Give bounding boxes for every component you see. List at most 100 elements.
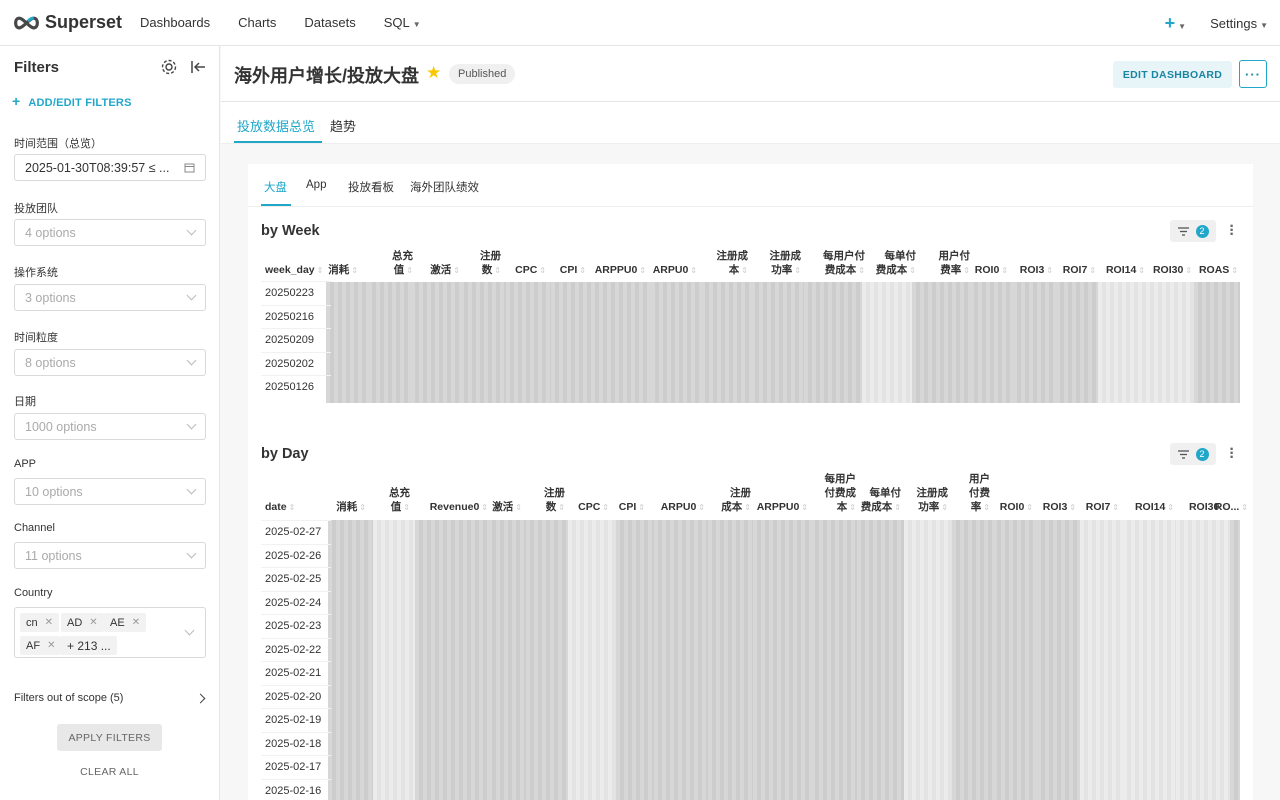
column-header[interactable]: 消耗 ⇕ (328, 263, 358, 278)
team-select[interactable]: 4 options (14, 219, 206, 246)
channel-select[interactable]: 11 options (14, 542, 206, 569)
column-header[interactable]: 激活 ⇕ (492, 500, 522, 515)
close-icon[interactable]: ✕ (45, 617, 53, 628)
star-icon[interactable]: ★ (426, 63, 441, 83)
granularity-select[interactable]: 8 options (14, 349, 206, 376)
column-header[interactable]: 消耗 ⇕ (336, 500, 366, 515)
column-header[interactable]: ROI7 ⇕ (1063, 263, 1096, 278)
column-header[interactable]: 总充值 ⇕ (389, 486, 410, 515)
country-tag-label: AD (67, 616, 83, 629)
filter-label-channel: Channel (14, 522, 55, 534)
nav-datasets[interactable]: Datasets (304, 15, 355, 30)
sort-icon: ⇕ (359, 503, 366, 512)
column-header[interactable]: CPI ⇕ (560, 263, 586, 278)
country-tag-label: AE (110, 616, 125, 629)
row-divider (261, 281, 331, 282)
date-select[interactable]: 1000 options (14, 413, 206, 440)
column-header[interactable]: 每单付 费成本 ⇕ (861, 486, 901, 515)
edit-dashboard-button[interactable]: EDIT DASHBOARD (1113, 61, 1232, 88)
settings-menu[interactable]: Settings ▼ (1210, 16, 1268, 31)
country-tag-label: cn (26, 616, 38, 629)
add-edit-filters-button[interactable]: + ADD/EDIT FILTERS (12, 93, 132, 109)
tab-overview[interactable]: 投放数据总览 (237, 116, 315, 135)
by-week-menu-icon[interactable]: · · · (1227, 219, 1237, 243)
column-header[interactable]: CPC ⇕ (578, 500, 609, 515)
more-options-button[interactable]: ··· (1239, 60, 1267, 88)
published-badge[interactable]: Published (449, 64, 516, 84)
column-header[interactable]: CPC ⇕ (515, 263, 546, 278)
column-header[interactable]: ROI3 ⇕ (1043, 500, 1076, 515)
subtab-app[interactable]: App (306, 179, 326, 191)
column-header[interactable]: ROI7 ⇕ (1086, 500, 1119, 515)
column-header[interactable]: 总充值 ⇕ (392, 249, 413, 278)
new-menu[interactable]: + ▼ (1165, 13, 1186, 34)
column-header[interactable]: week_day ⇕ (265, 263, 323, 278)
column-header[interactable]: ROI0 ⇕ (1000, 500, 1033, 515)
sort-icon: ⇕ (909, 266, 916, 275)
column-header[interactable]: ROI14 ⇕ (1106, 263, 1145, 278)
column-header[interactable]: ARPPU0 ⇕ (595, 263, 646, 278)
column-header[interactable]: 注册数 ⇕ (544, 486, 565, 515)
sort-icon: ⇕ (741, 266, 748, 275)
filters-out-of-scope[interactable]: Filters out of scope (5) (14, 692, 206, 704)
apply-filters-button[interactable]: APPLY FILTERS (57, 724, 162, 751)
column-header[interactable]: 注册成 功率 ⇕ (917, 486, 949, 515)
subtab-team[interactable]: 海外团队绩效 (410, 179, 479, 195)
redacted-cells (1123, 520, 1176, 800)
superset-logo[interactable]: Superset (12, 12, 122, 33)
redacted-cells (651, 282, 701, 403)
close-icon[interactable]: ✕ (132, 617, 140, 628)
clear-all-button[interactable]: CLEAR ALL (57, 766, 162, 778)
column-header[interactable]: ROI3 ⇕ (1020, 263, 1053, 278)
column-header[interactable]: 激活 ⇕ (430, 263, 460, 278)
column-header[interactable]: Revenue0 ⇕ (430, 500, 488, 515)
sort-icon: ⇕ (963, 266, 970, 275)
country-tag: cn ✕ (20, 613, 60, 632)
column-header[interactable]: 注册成本⇕ (721, 486, 751, 515)
country-more-tag: + 213 ... (61, 636, 117, 655)
by-week-filter-indicator[interactable]: 2 (1170, 220, 1216, 242)
column-header[interactable]: RO... ⇕ (1215, 500, 1248, 515)
column-header[interactable]: 注册成 功率 ⇕ (770, 249, 802, 278)
column-header[interactable]: date ⇕ (265, 500, 295, 515)
filter-count-badge: 2 (1195, 447, 1209, 461)
column-header[interactable]: ARPPU0 ⇕ (757, 500, 808, 515)
redacted-cells (1194, 282, 1240, 403)
nav-dashboards[interactable]: Dashboards (140, 15, 210, 30)
row-label: 2025-02-22 (265, 643, 322, 656)
column-header[interactable]: ROI0 ⇕ (975, 263, 1008, 278)
close-icon[interactable]: ✕ (89, 617, 97, 628)
calendar-icon (184, 163, 195, 173)
tab-trend[interactable]: 趋势 (330, 116, 356, 135)
nav-charts[interactable]: Charts (238, 15, 276, 30)
column-header[interactable]: 每用户付费成本⇕ (825, 472, 857, 515)
redacted-cells (373, 520, 415, 800)
time-range-field[interactable]: 2025-01-30T08:39:57 ≤ ... (14, 154, 206, 181)
column-header[interactable]: ROAS ⇕ (1199, 263, 1238, 278)
column-header[interactable]: 每单付 费成本 ⇕ (876, 249, 916, 278)
column-header[interactable]: ROI14 ⇕ (1135, 500, 1174, 515)
sort-icon: ⇕ (1089, 266, 1096, 275)
column-header[interactable]: ROI30 ⇕ (1153, 263, 1192, 278)
column-header[interactable]: CPI ⇕ (619, 500, 645, 515)
collapse-sidebar-icon[interactable] (190, 59, 206, 75)
nav-sql[interactable]: SQL ▼ (384, 15, 421, 30)
column-header[interactable]: 用户付费率⇕ (969, 472, 990, 515)
by-day-menu-icon[interactable]: · · · (1227, 442, 1237, 466)
redacted-cells (804, 282, 862, 403)
column-header[interactable]: 用户付费率⇕ (939, 249, 971, 278)
subtab-board[interactable]: 投放看板 (348, 179, 394, 195)
close-icon[interactable]: ✕ (47, 640, 55, 651)
column-header[interactable]: ARPU0 ⇕ (653, 263, 697, 278)
column-header[interactable]: 注册数 ⇕ (480, 249, 501, 278)
by-day-filter-indicator[interactable]: 2 (1170, 443, 1216, 465)
column-header[interactable]: 注册成本⇕ (717, 249, 749, 278)
gear-icon[interactable] (160, 58, 178, 76)
subtab-overview[interactable]: 大盘 (264, 179, 287, 195)
country-select[interactable]: cn ✕ AD ✕ AE ✕ AF ✕ + 213 ... (14, 607, 206, 658)
column-header[interactable]: ARPU0 ⇕ (661, 500, 705, 515)
column-header[interactable]: 每用户付费成本⇕ (823, 249, 865, 278)
os-select[interactable]: 3 options (14, 284, 206, 311)
row-divider (261, 778, 331, 780)
app-select[interactable]: 10 options (14, 478, 206, 505)
